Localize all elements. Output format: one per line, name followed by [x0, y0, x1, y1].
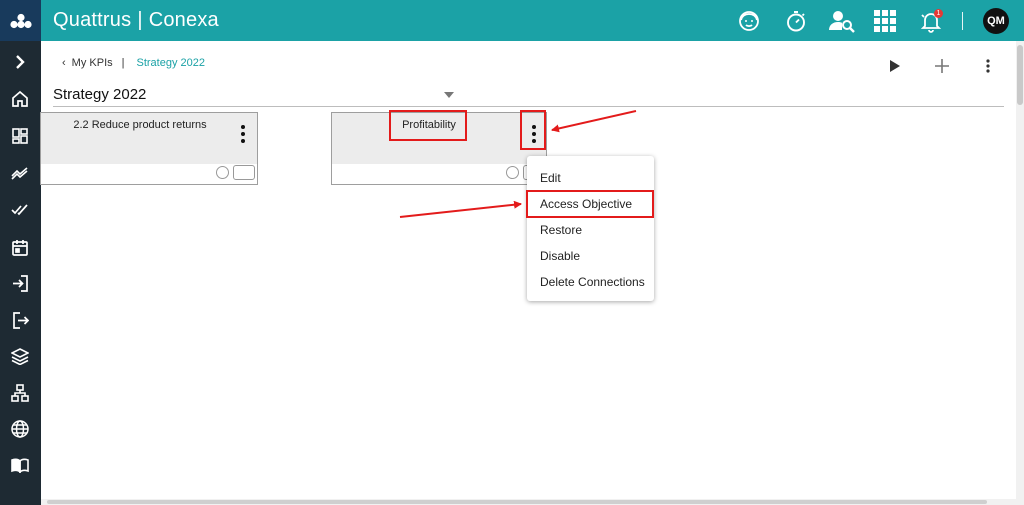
- layers-icon[interactable]: [10, 346, 30, 366]
- stopwatch-icon[interactable]: [782, 7, 810, 35]
- notification-badge: 1: [934, 9, 943, 18]
- dashboard-icon[interactable]: [10, 126, 30, 146]
- breadcrumb-current[interactable]: Strategy 2022: [136, 57, 205, 69]
- play-icon[interactable]: [883, 55, 905, 77]
- highlight-access-objective: [526, 190, 654, 218]
- chevron-right-icon[interactable]: [10, 52, 30, 72]
- brand-name: Quattrus: [53, 9, 132, 31]
- app-title: Quattrus | Conexa: [53, 9, 219, 32]
- more-vertical-icon[interactable]: [977, 55, 999, 77]
- trend-icon[interactable]: [10, 163, 30, 183]
- menu-item-disable[interactable]: Disable: [540, 249, 580, 263]
- sidebar: [0, 41, 41, 505]
- org-chart-icon[interactable]: [10, 383, 30, 403]
- breadcrumb-separator: |: [121, 57, 125, 69]
- page-title: Strategy 2022: [53, 86, 147, 103]
- calendar-icon[interactable]: [10, 237, 30, 257]
- status-box: [233, 165, 255, 180]
- highlight-card-title: [389, 110, 467, 141]
- breadcrumb: ‹ My KPIs | Strategy 2022: [62, 57, 205, 69]
- scrollbar-thumb[interactable]: [1017, 45, 1023, 105]
- context-menu: Edit Access Objective Restore Disable De…: [527, 156, 654, 301]
- user-search-icon[interactable]: [828, 7, 856, 35]
- objective-card[interactable]: 2.2 Reduce product returns: [40, 112, 258, 185]
- topbar-divider: [962, 12, 963, 30]
- menu-item-edit[interactable]: Edit: [540, 171, 561, 185]
- app-logo-icon[interactable]: [0, 0, 41, 41]
- menu-item-restore[interactable]: Restore: [540, 223, 582, 237]
- annotation-arrows: [399, 110, 637, 218]
- globe-icon[interactable]: [10, 419, 30, 439]
- back-chevron-icon[interactable]: ‹: [62, 57, 66, 69]
- double-check-icon[interactable]: [10, 200, 30, 220]
- login-icon[interactable]: [10, 273, 30, 293]
- highlight-card-menu: [520, 110, 546, 150]
- strategy-selector[interactable]: Strategy 2022: [53, 86, 1004, 107]
- avatar[interactable]: QM: [983, 8, 1009, 34]
- dropdown-caret-icon[interactable]: [444, 92, 454, 98]
- home-icon[interactable]: [10, 89, 30, 109]
- support-agent-icon[interactable]: [735, 7, 763, 35]
- card-menu-icon[interactable]: [239, 125, 247, 143]
- product-name: Conexa: [148, 9, 219, 31]
- apps-grid-icon[interactable]: [871, 7, 899, 35]
- brand-separator: |: [137, 9, 143, 31]
- menu-item-delete-connections[interactable]: Delete Connections: [540, 275, 645, 289]
- card-title: 2.2 Reduce product returns: [73, 119, 207, 131]
- status-circle: [216, 166, 229, 179]
- horizontal-scrollbar[interactable]: [41, 499, 1016, 505]
- book-icon[interactable]: [10, 455, 30, 475]
- vertical-scrollbar[interactable]: [1016, 41, 1024, 505]
- plus-icon[interactable]: [931, 55, 953, 77]
- top-bar: Quattrus | Conexa 1 QM: [0, 0, 1024, 41]
- scrollbar-thumb[interactable]: [47, 500, 987, 504]
- status-circle: [506, 166, 519, 179]
- breadcrumb-my-kpis[interactable]: My KPIs: [72, 57, 113, 69]
- logout-icon[interactable]: [10, 310, 30, 330]
